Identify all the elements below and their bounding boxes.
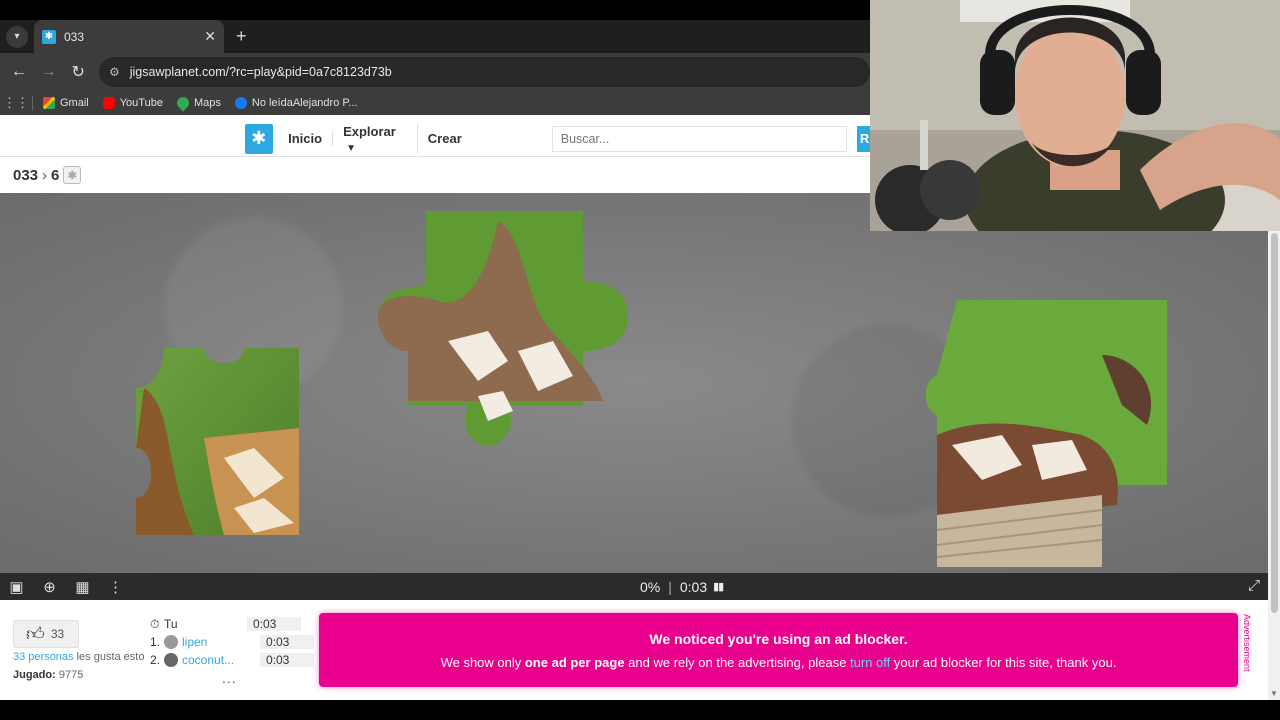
page-scrollbar[interactable]: ▼ [1268,231,1280,700]
top-strip [0,0,870,20]
more-options-icon[interactable]: ⋮ [99,578,132,596]
webcam-overlay [870,0,1280,231]
breadcrumb-root[interactable]: 033 [13,167,38,184]
played-label: Jugado: [13,669,56,681]
score-row: 2. coconut... 0:03 [150,651,314,669]
played-value: 9775 [58,669,84,681]
back-icon[interactable]: ← [4,63,34,81]
tab-title: 033 [64,29,85,44]
score-row-you: ⏱ Tu 0:03 [150,615,314,633]
scroll-down-icon[interactable]: ▼ [1270,689,1278,698]
score-name: Tu [164,617,178,631]
ghost-image-icon[interactable]: ⊕ [33,578,66,596]
bookmark-youtube[interactable]: YouTube [102,97,163,109]
thumbs-up-icon: 👍︎ [26,624,45,644]
timer: 0:03 [679,578,708,595]
screen: ▾ ✱ 033 ✕ + ← → ↻ ⚙ jigsawplanet.com/?rc… [0,0,1280,720]
piece-count: 6 [51,166,60,184]
nav-explorar-label: Explorar [343,123,396,139]
bottom-strip [0,700,1280,720]
score-name[interactable]: coconut... [182,653,260,667]
more-scores-button[interactable]: ... [222,670,237,686]
score-name[interactable]: lipen [182,635,260,649]
score-time: 0:03 [260,653,314,667]
maps-icon [174,94,192,112]
score-time: 0:03 [260,635,314,649]
bookmark-facebook[interactable]: No leídaAlejandro P... [234,97,358,109]
puzzle-toolbar: ▣ ⊕ ▦ ⋮ 0% | 0:03 ▮▮ ⤢ [0,573,1268,600]
bookmark-label: YouTube [119,97,163,109]
ad-blocker-notice: We noticed you're using an ad blocker. W… [319,613,1238,687]
gmail-icon [43,97,55,109]
score-row: 1. lipen 0:03 [150,633,314,651]
likes-rest: les gusta esto [73,651,145,663]
likes-people-link[interactable]: 33 personas [13,651,74,663]
scatter-pieces-icon[interactable]: ▦ [66,578,99,596]
puzzle-piece[interactable] [378,211,630,447]
leaderboard: ⏱ Tu 0:03 1. lipen 0:03 2. coconut... 0:… [150,615,314,669]
bookmark-label: Gmail [60,97,89,109]
nav-crear[interactable]: Crear [418,131,472,146]
jigsaw-logo-icon[interactable]: ✱ [245,123,273,154]
bookmark-label: No leídaAlejandro P... [251,97,358,109]
address-bar[interactable]: ⚙ jigsawplanet.com/?rc=play&pid=0a7c8123… [98,57,871,87]
puzzle-piece[interactable] [922,295,1172,570]
likes-text: 33 personas les gusta esto [13,651,144,663]
status-divider: | [668,578,672,595]
fullscreen-icon[interactable]: ⤢ [1248,577,1260,594]
ad-notice-message: We show only one ad per page and we rely… [319,655,1238,670]
bookmark-separator [32,96,33,110]
url-text: jigsawplanet.com/?rc=play&pid=0a7c8123d7… [129,65,392,79]
advertisement-label: Advertisement [1242,614,1252,672]
stopwatch-icon: ⏱ [150,616,160,631]
tab-active[interactable]: ✱ 033 ✕ [34,20,224,53]
score-rank: 2. [150,653,161,667]
facebook-icon [234,97,247,109]
reload-icon[interactable]: ↻ [63,62,93,82]
search-input[interactable] [551,125,847,152]
score-time: 0:03 [247,617,301,631]
caret-down-icon: ▼ [346,142,356,154]
bookmark-label: Maps [193,97,221,109]
ad-msg-part: We show only [440,655,525,670]
ad-msg-part: and we rely on the advertising, please [624,655,851,670]
apps-grid-icon[interactable]: ⋮⋮ [0,95,32,111]
progress-percent: 0% [640,578,661,595]
tab-bar: ▾ ✱ 033 ✕ + [0,20,870,53]
site-info-icon[interactable]: ⚙ [109,65,120,79]
ad-msg-part: your ad blocker for this site, thank you… [890,655,1117,670]
tab-list-icon[interactable]: ▾ [6,25,28,48]
puzzle-piece-icon: ✱ [63,166,82,184]
avatar [164,635,178,649]
image-preview-icon[interactable]: ▣ [0,578,33,596]
breadcrumb: 033 › 6 ✱ [13,164,82,186]
bookmarks-bar: ⋮⋮ Gmail YouTube Maps No leídaAlejandro … [0,91,870,115]
played-count: Jugado: 9775 [13,669,83,681]
nav-bar: ← → ↻ ⚙ jigsawplanet.com/?rc=play&pid=0a… [0,53,871,91]
bookmark-gmail[interactable]: Gmail [43,97,89,109]
like-button[interactable]: 👍︎ 33 [13,620,79,648]
pause-icon[interactable]: ▮▮ [713,580,724,593]
close-icon[interactable]: ✕ [204,28,216,45]
nav-explorar[interactable]: Explorar ▼ [333,123,418,154]
search-button[interactable]: R [856,125,870,152]
puzzle-board[interactable] [0,193,1268,573]
ad-notice-title: We noticed you're using an ad blocker. [649,631,908,647]
avatar [164,653,178,667]
like-count: 33 [50,627,65,641]
chevron-right-icon: › [42,166,48,184]
new-tab-icon[interactable]: + [236,26,247,47]
forward-icon[interactable]: → [34,63,64,81]
site-header: ✱ Inicio Explorar ▼ Crear R [0,121,870,157]
turn-off-link[interactable]: turn off [850,655,890,670]
ad-msg-bold: one ad per page [524,655,625,670]
score-rank: 1. [150,635,161,649]
scroll-thumb[interactable] [1271,233,1278,613]
progress-status: 0% | 0:03 ▮▮ [640,573,724,600]
puzzle-piece[interactable] [134,348,302,538]
bookmark-maps[interactable]: Maps [174,94,221,112]
nav-inicio[interactable]: Inicio [278,131,334,146]
jigsaw-favicon-icon: ✱ [42,29,56,44]
youtube-icon [102,97,115,109]
